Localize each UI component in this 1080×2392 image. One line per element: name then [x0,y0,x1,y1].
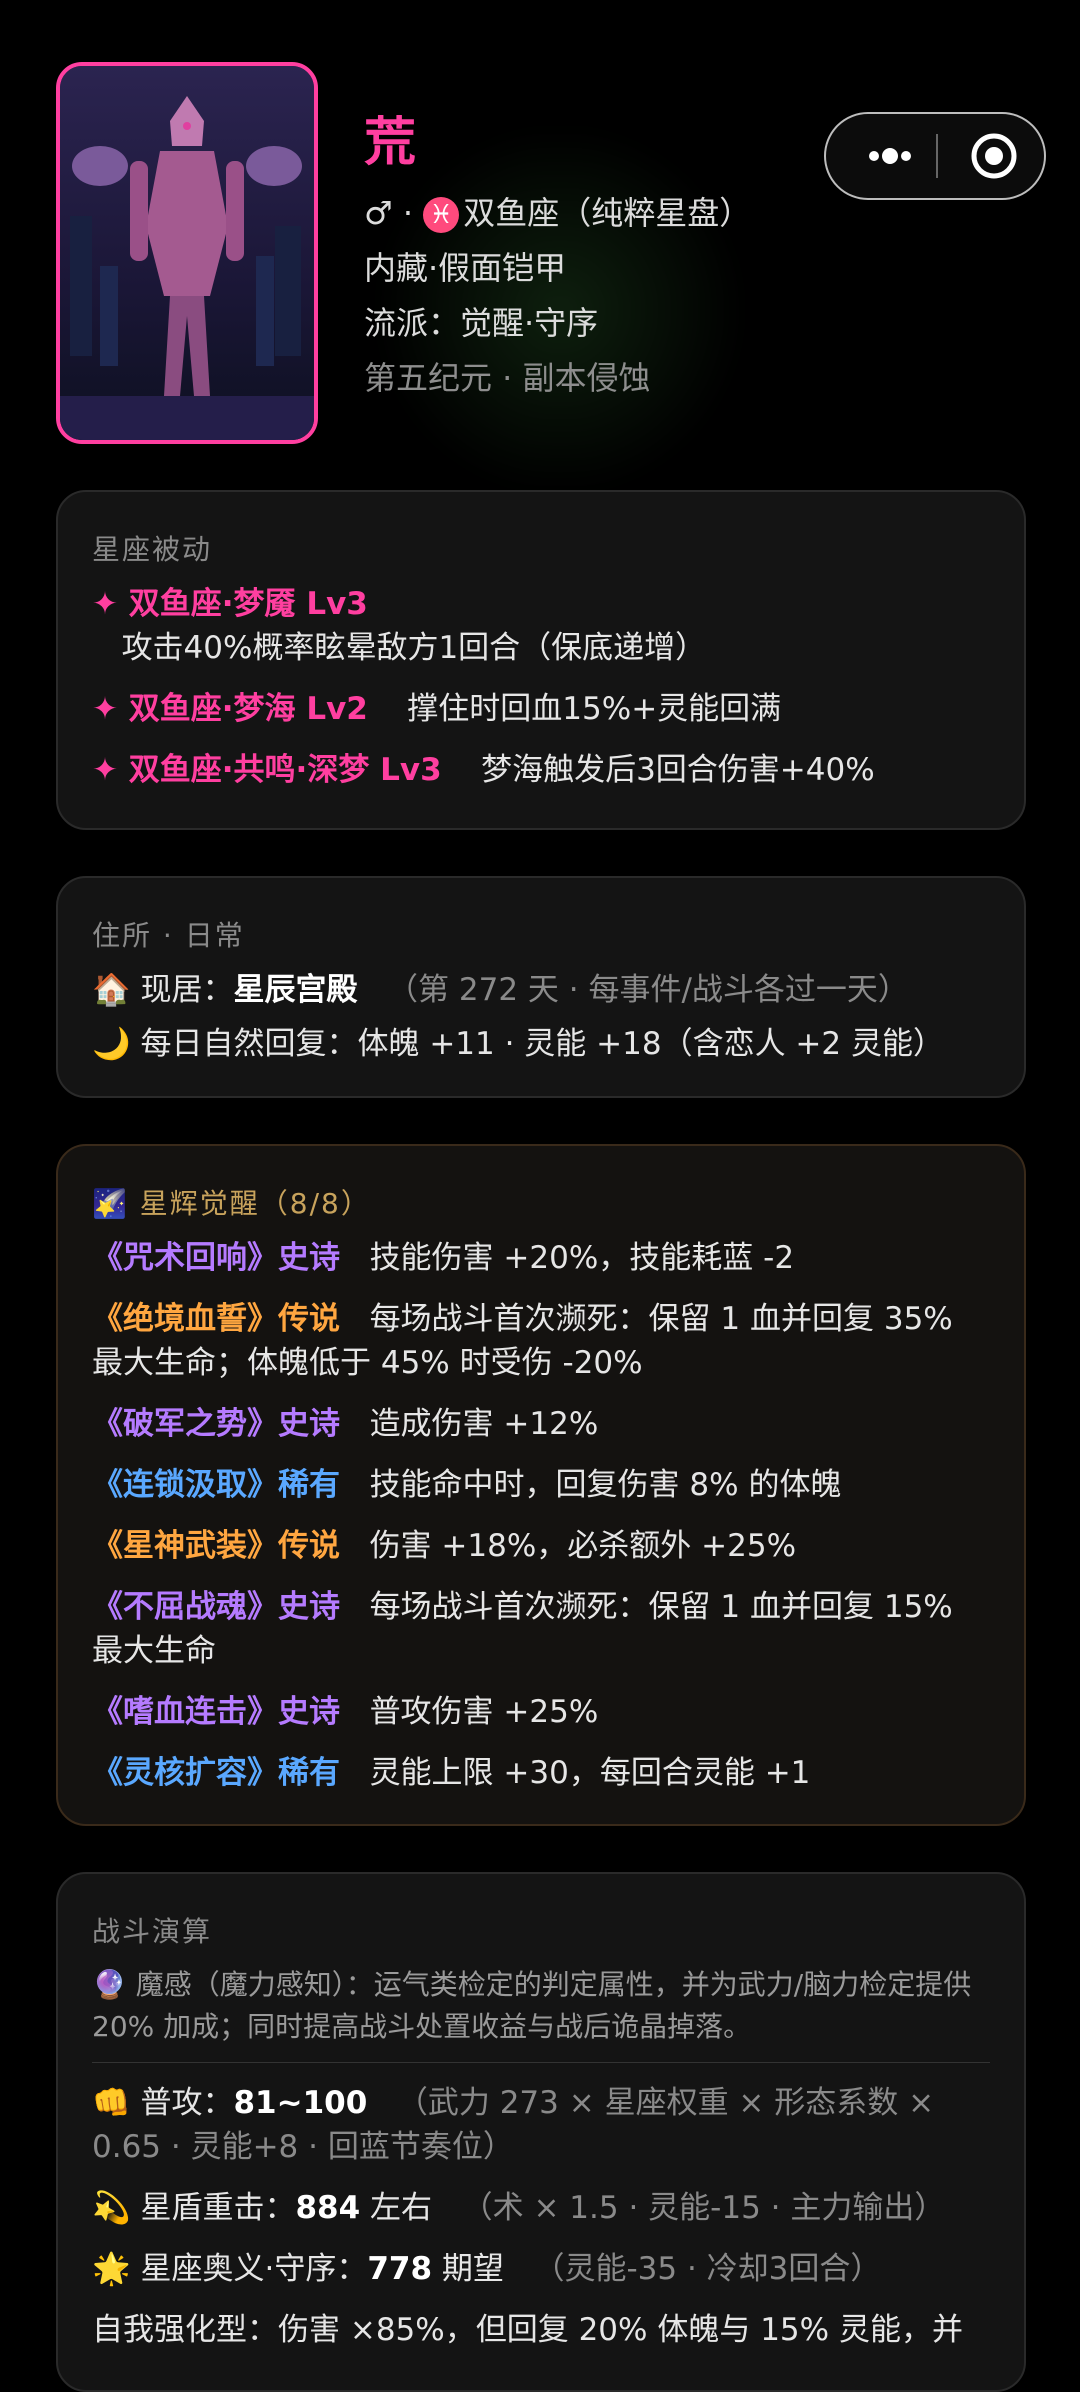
awakening-item: 《破军之势》史诗 造成伤害 +12% [92,1402,990,1446]
normal-attack-line: 👊 普攻：81~100 （武力 273 × 星座权重 × 形态系数 × 0.65… [92,2081,990,2169]
passive-card: 星座被动 ✦ 双鱼座·梦魇 Lv3 攻击40%概率眩晕敌方1回合（保底递增） ✦… [56,490,1026,830]
residence-value: 星辰宫殿 [233,972,358,1008]
heavy-value: 884 [295,2190,361,2226]
awakening-item: 《嗜血连击》史诗 普攻伤害 +25% [92,1690,990,1734]
passive-desc: 梦海触发后3回合伤害+40% [481,752,875,788]
passive-name: ✦ 双鱼座·梦海 Lv2 [92,691,368,727]
era-line: 第五纪元 · 副本侵蚀 [364,359,651,397]
residence-line: 🏠 现居：星辰宫殿 （第 272 天 · 每事件/战斗各过一天） [92,968,990,1012]
awakening-desc: 普攻伤害 +25% [369,1694,599,1730]
awakening-item: 《咒术回响》史诗 技能伤害 +20%，技能耗蓝 -2 [92,1236,990,1280]
heavy-label: 星盾重击： [140,2190,296,2226]
awakening-name: 《咒术回响》史诗 [92,1240,340,1276]
ultimate-line: 🌟 星座奥义·守序：778 期望 （灵能-35 · 冷却3回合） [92,2247,990,2291]
attack-label: 普攻： [140,2085,234,2121]
awakening-name: 《嗜血连击》史诗 [92,1694,340,1730]
awakening-name: 《灵核扩容》稀有 [92,1755,340,1791]
divider [92,2062,990,2063]
moon-icon: 🌙 [92,1026,131,1062]
separator-dot: · [402,194,414,232]
more-button[interactable] [850,114,930,198]
awakening-title-line: 🌠 星辉觉醒（8/8） [92,1182,990,1222]
mini-program-capsule [824,112,1046,200]
residence-title: 住所 · 日常 [92,919,245,952]
capsule-divider [936,134,938,178]
faction-line: 流派：觉醒·守序 [364,304,599,342]
magic-sense-line: 🔮 魔感（魔力感知）：运气类检定的判定属性，并为武力/脑力检定提供 20% 加成… [92,1964,990,2048]
ultimate-label: 星座奥义·守序： [140,2251,368,2287]
armored-hero-image [60,66,314,440]
residence-note: （第 272 天 · 每事件/战斗各过一天） [387,972,909,1008]
awakening-item: 《不屈战魂》史诗 每场战斗首次濒死：保留 1 血并回复 15% 最大生命 [92,1585,990,1673]
combat-title: 战斗演算 [92,1915,213,1948]
passive-desc: 撑住时回血15%+灵能回满 [407,691,782,727]
pisces-icon: ♓ [423,197,460,233]
passive-item: ✦ 双鱼座·梦海 Lv2 撑住时回血15%+灵能回满 [92,687,990,731]
awakening-title: 星辉觉醒（8/8） [139,1187,371,1220]
character-name: 荒 [364,113,417,173]
gender-constellation-line: ♂ · ♓ 双鱼座（纯粹星盘） [364,188,751,234]
heavy-note: （术 × 1.5 · 灵能-15 · 主力输出） [461,2190,946,2226]
passive-name: ✦ 双鱼座·梦魇 Lv3 [92,586,368,622]
passive-item: ✦ 双鱼座·共鸣·深梦 Lv3 梦海触发后3回合伤害+40% [92,748,990,792]
awakening-item: 《绝境血誓》传说 每场战斗首次濒死：保留 1 血并回复 35% 最大生命；体魄低… [92,1297,990,1385]
heavy-strike-line: 💫 星盾重击：884 左右 （术 × 1.5 · 灵能-15 · 主力输出） [92,2186,990,2230]
passive-title: 星座被动 [92,533,213,566]
target-close-icon [971,133,1017,179]
fist-icon: 👊 [92,2085,131,2121]
passive-desc: 攻击40%概率眩晕敌方1回合（保底递增） [121,630,707,666]
magic-sense-text: 魔感（魔力感知）：运气类检定的判定属性，并为武力/脑力检定提供 20% 加成；同… [92,1968,972,2043]
awakening-name: 《星神武装》传说 [92,1528,340,1564]
awakening-name: 《连锁汲取》稀有 [92,1467,340,1503]
awakening-item: 《连锁汲取》稀有 技能命中时，回复伤害 8% 的体魄 [92,1463,990,1507]
passive-item: ✦ 双鱼座·梦魇 Lv3 攻击40%概率眩晕敌方1回合（保底递增） [92,582,990,670]
crystal-ball-icon: 🔮 [92,1968,127,2001]
residence-card: 住所 · 日常 🏠 现居：星辰宫殿 （第 272 天 · 每事件/战斗各过一天）… [56,876,1026,1098]
combat-card: 战斗演算 🔮 魔感（魔力感知）：运气类检定的判定属性，并为武力/脑力检定提供 2… [56,1872,1026,2392]
awakening-card: 🌠 星辉觉醒（8/8） 《咒术回响》史诗 技能伤害 +20%，技能耗蓝 -2 《… [56,1144,1026,1826]
awakening-name: 《绝境血誓》传说 [92,1301,340,1337]
dizzy-star-icon: 💫 [92,2190,131,2226]
passive-name: ✦ 双鱼座·共鸣·深梦 Lv3 [92,752,442,788]
daily-recovery-text: 每日自然回复：体魄 +11 · 灵能 +18（含恋人 +2 灵能） [140,1026,944,1062]
attack-value: 81~100 [233,2085,368,2121]
awakening-item: 《灵核扩容》稀有 灵能上限 +30，每回合灵能 +1 [92,1751,990,1795]
shooting-star-icon: 🌠 [92,1187,129,1220]
heavy-unit: 左右 [370,2190,433,2226]
self-buff-line: 自我强化型：伤害 ×85%，但回复 20% 体魄与 15% 灵能，并 [92,2312,963,2348]
awakening-desc: 灵能上限 +30，每回合灵能 +1 [369,1755,811,1791]
awakening-desc: 造成伤害 +12% [369,1406,599,1442]
residence-label: 现居： [140,972,234,1008]
glowing-star-icon: 🌟 [92,2251,131,2287]
ultimate-value: 778 [367,2251,433,2287]
awakening-item: 《星神武装》传说 伤害 +18%，必杀额外 +25% [92,1524,990,1568]
awakening-desc: 伤害 +18%，必杀额外 +25% [369,1528,797,1564]
awakening-name: 《不屈战魂》史诗 [92,1589,340,1625]
awakening-desc: 技能伤害 +20%，技能耗蓝 -2 [369,1240,795,1276]
character-portrait[interactable] [56,62,318,444]
more-dots-icon [869,148,911,164]
awakening-desc: 技能命中时，回复伤害 8% 的体魄 [369,1467,842,1503]
ultimate-unit: 期望 [441,2251,504,2287]
ultimate-note: （灵能-35 · 冷却3回合） [533,2251,882,2287]
awakening-name: 《破军之势》史诗 [92,1406,340,1442]
inner-form: 内藏·假面铠甲 [364,249,567,287]
constellation-label: 双鱼座（纯粹星盘） [463,194,752,232]
close-button[interactable] [956,114,1036,198]
house-icon: 🏠 [92,972,131,1008]
daily-recovery-line: 🌙 每日自然回复：体魄 +11 · 灵能 +18（含恋人 +2 灵能） [92,1022,990,1066]
male-icon: ♂ [364,194,393,232]
